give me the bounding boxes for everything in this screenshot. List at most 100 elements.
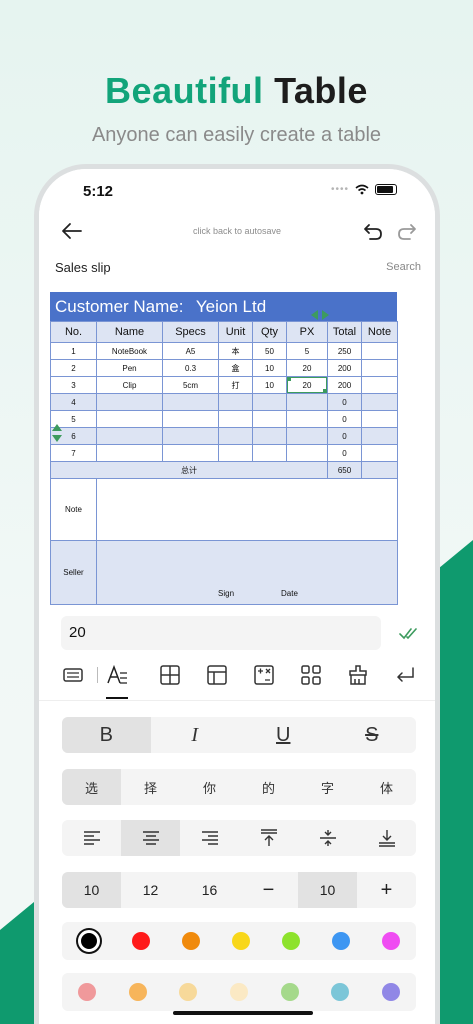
table-cell[interactable]: [361, 376, 398, 394]
color-swatch[interactable]: [280, 983, 299, 1001]
undo-icon[interactable]: [361, 219, 385, 243]
table-cell[interactable]: 1: [50, 342, 97, 360]
formula-icon[interactable]: [252, 663, 276, 687]
table-cell[interactable]: [218, 444, 253, 462]
table-cell[interactable]: [162, 427, 219, 445]
selection-handle-top-left[interactable]: [287, 377, 291, 381]
redo-icon[interactable]: [395, 219, 419, 243]
table-cell[interactable]: 0: [327, 444, 362, 462]
color-swatch[interactable]: [282, 932, 300, 950]
increase-size-button[interactable]: +: [357, 872, 416, 908]
color-swatch[interactable]: [128, 983, 147, 1001]
table-cell[interactable]: 0: [327, 410, 362, 428]
column-header[interactable]: Name: [96, 321, 163, 343]
column-resize-arrows-icon[interactable]: [308, 310, 332, 320]
decrease-size-button[interactable]: −: [239, 872, 298, 908]
table-cell[interactable]: [361, 342, 398, 360]
seller-field[interactable]: Sign Date: [96, 540, 398, 605]
color-swatch[interactable]: [381, 983, 400, 1001]
table-cell[interactable]: [286, 444, 328, 462]
table-cell[interactable]: 本: [218, 342, 253, 360]
color-swatch[interactable]: [229, 983, 248, 1001]
align-bottom-button[interactable]: [357, 820, 416, 856]
underline-button[interactable]: U: [239, 717, 328, 753]
align-center-button[interactable]: [121, 820, 180, 856]
search-button[interactable]: Search: [386, 261, 421, 273]
color-swatch[interactable]: [132, 932, 150, 950]
table-cell[interactable]: 3: [50, 376, 97, 394]
table-cell[interactable]: [361, 461, 398, 479]
table-cell[interactable]: 20: [286, 359, 328, 377]
font-size-preset[interactable]: 10: [62, 872, 121, 908]
row-resize-arrows-icon[interactable]: [51, 421, 63, 445]
color-swatch[interactable]: [232, 932, 250, 950]
table-cell[interactable]: [252, 444, 287, 462]
total-value[interactable]: 650: [327, 461, 362, 479]
table-cell[interactable]: [96, 410, 163, 428]
seller-label[interactable]: Seller: [50, 540, 97, 605]
grid-icon[interactable]: [299, 663, 323, 687]
italic-button[interactable]: I: [151, 717, 240, 753]
table-cell[interactable]: [162, 444, 219, 462]
table-cell[interactable]: 50: [252, 342, 287, 360]
table-cell[interactable]: [361, 359, 398, 377]
table-cell[interactable]: 4: [50, 393, 97, 411]
return-icon[interactable]: [393, 663, 417, 687]
table-cell[interactable]: 200: [327, 359, 362, 377]
align-top-button[interactable]: [239, 820, 298, 856]
font-option[interactable]: 你: [180, 769, 239, 805]
sheet-header[interactable]: Customer Name: Yeion Ltd: [50, 292, 397, 321]
column-header[interactable]: Total: [327, 321, 362, 343]
color-swatch[interactable]: [331, 983, 350, 1001]
table-cell[interactable]: [361, 427, 398, 445]
color-swatch[interactable]: [382, 932, 400, 950]
font-option[interactable]: 择: [121, 769, 180, 805]
table-cell[interactable]: [361, 410, 398, 428]
color-swatch[interactable]: [332, 932, 350, 950]
note-label[interactable]: Note: [50, 478, 97, 541]
keyboard-icon[interactable]: [61, 663, 85, 687]
font-option[interactable]: 体: [357, 769, 416, 805]
color-swatch[interactable]: [78, 983, 97, 1001]
table-cell[interactable]: NoteBook: [96, 342, 163, 360]
column-header[interactable]: Note: [361, 321, 398, 343]
column-header[interactable]: Specs: [162, 321, 219, 343]
table-cell[interactable]: [218, 427, 253, 445]
color-swatch[interactable]: [182, 932, 200, 950]
table-cell[interactable]: 10: [252, 359, 287, 377]
font-option[interactable]: 的: [239, 769, 298, 805]
color-swatch[interactable]: [78, 930, 100, 952]
color-swatch[interactable]: [179, 983, 198, 1001]
selected-cell[interactable]: 20: [286, 376, 328, 394]
table-cell[interactable]: [252, 427, 287, 445]
font-size-preset[interactable]: 12: [121, 872, 180, 908]
column-header[interactable]: Qty: [252, 321, 287, 343]
cell-value-input[interactable]: [69, 624, 349, 641]
strikethrough-button[interactable]: S: [328, 717, 417, 753]
table-cell[interactable]: 0: [327, 427, 362, 445]
table-cell[interactable]: [252, 410, 287, 428]
table-cell[interactable]: [96, 444, 163, 462]
font-option[interactable]: 选: [62, 769, 121, 805]
table-cell[interactable]: 5cm: [162, 376, 219, 394]
table-cell[interactable]: 0: [327, 393, 362, 411]
font-size-preset[interactable]: 16: [180, 872, 239, 908]
table-cell[interactable]: 打: [218, 376, 253, 394]
total-label[interactable]: 总计: [50, 461, 328, 479]
table-cell[interactable]: [252, 393, 287, 411]
table-cell[interactable]: 盒: [218, 359, 253, 377]
table-cell[interactable]: 2: [50, 359, 97, 377]
table-cell[interactable]: [218, 393, 253, 411]
table-cell[interactable]: [218, 410, 253, 428]
table-cell[interactable]: Pen: [96, 359, 163, 377]
home-indicator[interactable]: [173, 1011, 313, 1015]
table-cell[interactable]: 5: [286, 342, 328, 360]
confirm-check-icon[interactable]: [399, 625, 421, 641]
column-header[interactable]: No.: [50, 321, 97, 343]
note-field[interactable]: [96, 478, 398, 541]
table-cell[interactable]: 7: [50, 444, 97, 462]
selection-handle-bottom-right[interactable]: [323, 389, 327, 393]
table-cell[interactable]: A5: [162, 342, 219, 360]
align-left-button[interactable]: [62, 820, 121, 856]
column-header[interactable]: Unit: [218, 321, 253, 343]
